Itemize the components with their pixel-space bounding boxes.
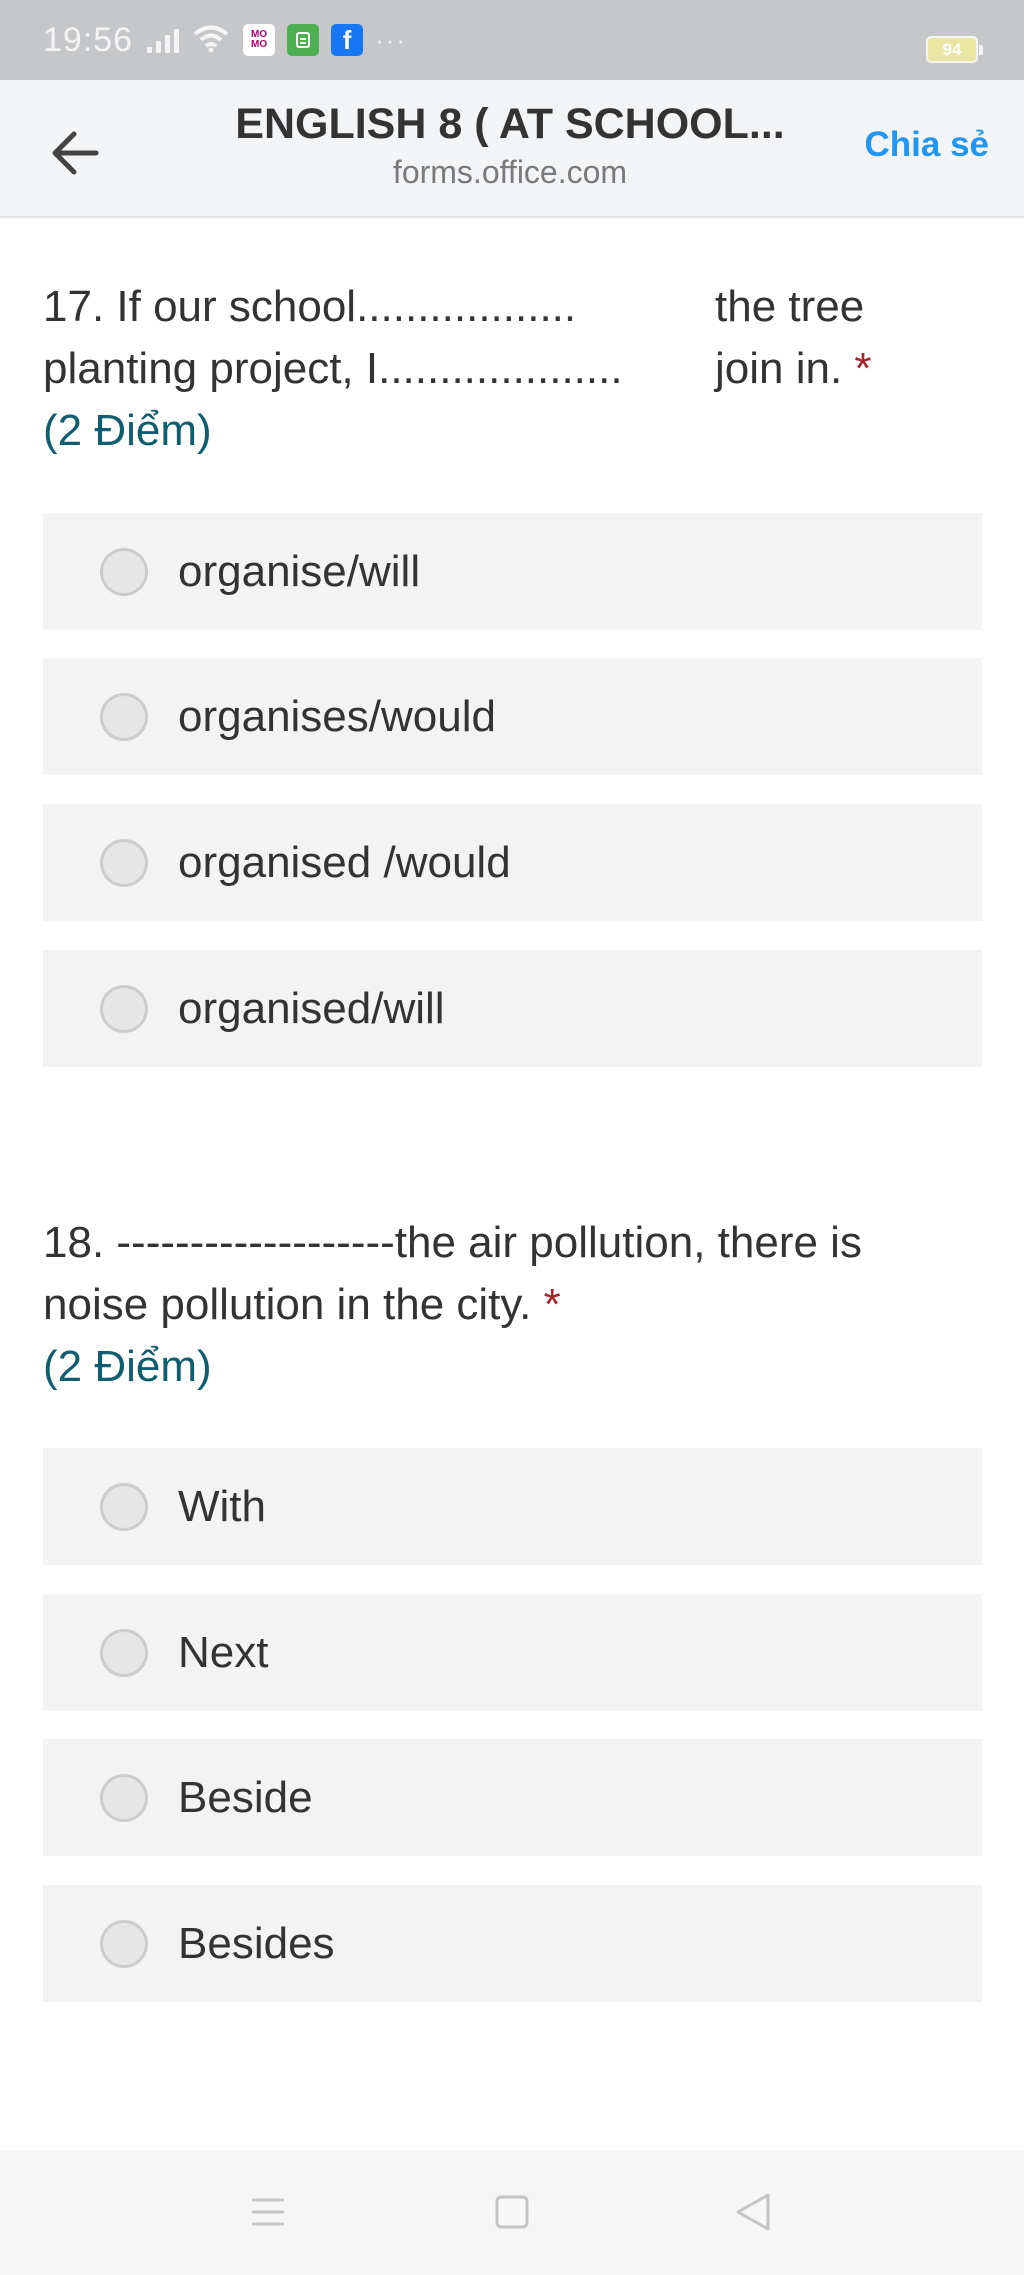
radio-button[interactable]: [100, 547, 148, 596]
option-label: organises/would: [178, 691, 496, 741]
option-organised-will[interactable]: organised/will: [43, 950, 982, 1067]
question-17-line2-right: join in.: [715, 344, 843, 393]
menu-icon: [252, 2198, 284, 2226]
radio-button[interactable]: [100, 1919, 148, 1968]
status-bar: 19:56 MO MO f ··· 94: [0, 0, 1024, 80]
option-organise-will[interactable]: organise/will: [43, 513, 982, 630]
option-label: Next: [178, 1627, 269, 1677]
radio-button[interactable]: [100, 692, 148, 741]
question-17-line2-left: planting project, I....................: [43, 344, 623, 393]
menu-button[interactable]: [238, 2182, 298, 2242]
screen: 19:56 MO MO f ··· 94 ENGLISH 8 (AT SCHO…: [0, 0, 1024, 2275]
option-organises-would[interactable]: organises/would: [43, 658, 982, 775]
home-button[interactable]: [482, 2182, 542, 2242]
facebook-icon: f: [331, 24, 364, 56]
home-square-icon: [495, 2195, 529, 2229]
status-time: 19:56: [43, 20, 134, 59]
question-18-text: 18. -------------------the air pollution…: [43, 1212, 993, 1398]
option-label: organised /would: [178, 837, 511, 887]
required-marker: *: [854, 344, 872, 393]
option-label: organise/will: [178, 546, 421, 596]
more-notifications-icon: ···: [375, 24, 408, 55]
nav-back-button[interactable]: [724, 2182, 784, 2242]
navigation-bar: [0, 2150, 1024, 2275]
option-label: Beside: [178, 1772, 313, 1822]
option-beside[interactable]: Beside: [43, 1739, 982, 1856]
question-17-points: (2 Điểm): [43, 406, 212, 455]
back-triangle-icon: [736, 2193, 770, 2231]
battery-level: 94: [942, 39, 962, 59]
radio-button[interactable]: [100, 838, 148, 887]
question-18-points: (2 Điểm): [43, 1342, 212, 1391]
question-17-line1-right: the tree: [715, 282, 865, 331]
radio-button[interactable]: [100, 1482, 148, 1531]
status-icons: MO MO f ···: [147, 23, 407, 58]
radio-button[interactable]: [100, 1773, 148, 1822]
option-label: Besides: [178, 1918, 335, 1968]
option-next[interactable]: Next: [43, 1594, 982, 1711]
question-18-line1: 18. -------------------the air pollution…: [43, 1218, 862, 1267]
back-button[interactable]: [42, 120, 108, 186]
browser-header: ENGLISH 8 ( AT SCHOOL... forms.office.co…: [0, 80, 1024, 218]
required-marker: *: [543, 1280, 561, 1329]
question-17-text: 17. If our school.................. the …: [43, 276, 993, 462]
arrow-left-icon: [52, 131, 99, 175]
wifi-icon: [191, 23, 231, 58]
share-button[interactable]: Chia sẻ: [865, 125, 990, 165]
option-organised-would[interactable]: organised /would: [43, 804, 982, 921]
signal-icon: [147, 27, 180, 53]
radio-button[interactable]: [100, 1628, 148, 1677]
option-with[interactable]: With: [43, 1448, 982, 1565]
battery-icon: 94: [926, 36, 983, 63]
radio-button[interactable]: [100, 984, 148, 1033]
question-18-line2: noise pollution in the city.: [43, 1280, 532, 1329]
page-title: ENGLISH 8 ( AT SCHOOL...: [235, 100, 785, 148]
green-app-icon: [287, 24, 320, 56]
question-17-line1-left: 17. If our school..................: [43, 282, 577, 331]
option-label: With: [178, 1481, 266, 1531]
page-url: forms.office.com: [392, 154, 628, 190]
option-besides[interactable]: Besides: [43, 1885, 982, 2002]
option-label: organised/will: [178, 983, 445, 1033]
momo-app-icon: MO MO: [243, 24, 276, 56]
